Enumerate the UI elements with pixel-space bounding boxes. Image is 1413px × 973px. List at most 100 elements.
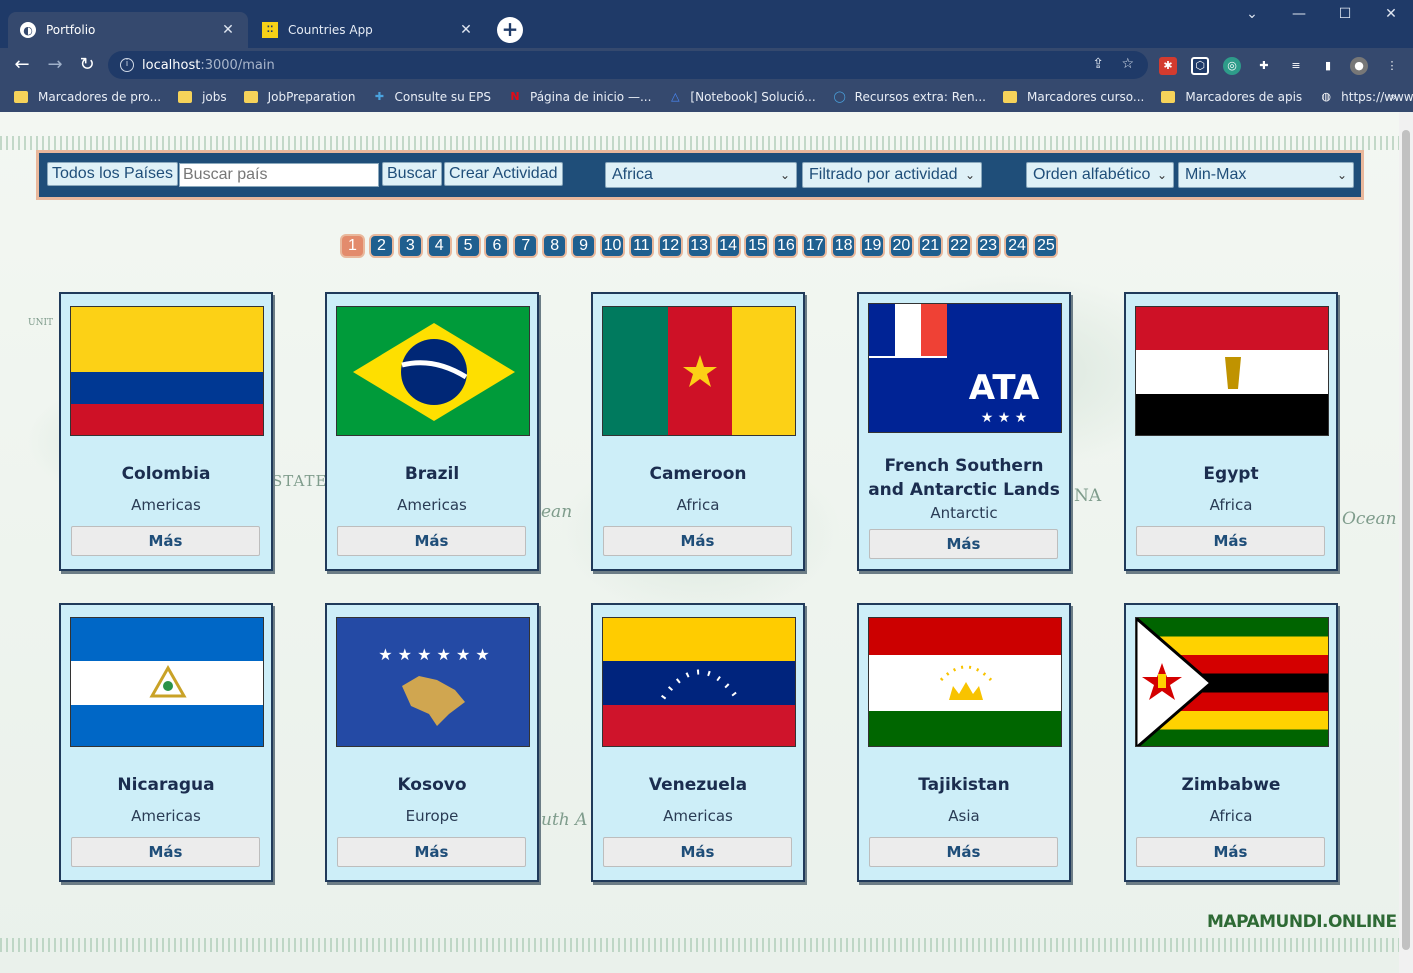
close-window-icon[interactable]: ✕ bbox=[1379, 6, 1403, 22]
all-countries-button[interactable]: Todos los Países bbox=[47, 162, 178, 186]
bookmark-folder[interactable]: JobPreparation bbox=[243, 90, 356, 104]
new-tab-button[interactable]: + bbox=[497, 17, 523, 43]
more-button[interactable]: Más bbox=[869, 837, 1058, 867]
page-button[interactable]: 23 bbox=[975, 234, 1001, 258]
bookmark-star-icon[interactable]: ☆ bbox=[1121, 56, 1134, 72]
close-tab-icon[interactable]: ✕ bbox=[458, 22, 474, 38]
bookmark-label: JobPreparation bbox=[267, 90, 356, 104]
share-icon[interactable]: ⇪ bbox=[1092, 56, 1104, 72]
order-direction-select[interactable]: Min-Max ⌄ bbox=[1178, 162, 1354, 188]
bookmark-link[interactable]: N Página de inicio —... bbox=[508, 90, 651, 104]
bookmark-label: Recursos extra: Ren... bbox=[854, 90, 986, 104]
page-button[interactable]: 17 bbox=[802, 234, 828, 258]
extensions-puzzle-icon[interactable]: ✚ bbox=[1255, 57, 1273, 75]
extension-hex-icon[interactable]: ⬡ bbox=[1191, 57, 1209, 75]
tab-title: Portfolio bbox=[46, 23, 96, 37]
order-type-select[interactable]: Orden alfabético ⌄ bbox=[1026, 162, 1174, 188]
back-arrow-icon[interactable]: ← bbox=[10, 53, 34, 77]
page-button[interactable]: 19 bbox=[860, 234, 886, 258]
more-button[interactable]: Más bbox=[337, 837, 526, 867]
country-name: Nicaragua bbox=[117, 775, 215, 795]
bookmark-folder[interactable]: jobs bbox=[178, 90, 227, 104]
address-bar[interactable]: i localhost :3000/main ⇪ ☆ bbox=[108, 51, 1148, 79]
bookmark-label: Página de inicio —... bbox=[530, 90, 652, 104]
portfolio-favicon-icon: ◐ bbox=[20, 22, 36, 38]
country-name: Brazil bbox=[404, 464, 460, 484]
page-button[interactable]: 10 bbox=[600, 234, 626, 258]
reading-list-icon[interactable]: ≡ bbox=[1287, 57, 1305, 75]
more-button[interactable]: Más bbox=[1136, 526, 1325, 556]
map-label: UNIT bbox=[28, 318, 54, 328]
url-host: localhost bbox=[142, 57, 201, 73]
page-button[interactable]: 16 bbox=[773, 234, 799, 258]
more-button[interactable]: Más bbox=[1136, 837, 1325, 867]
page-button[interactable]: 1 bbox=[340, 234, 365, 258]
bookmark-link[interactable]: ✚ Consulte su EPS bbox=[372, 90, 491, 104]
svg-text:★ ★ ★ ★ ★ ★: ★ ★ ★ ★ ★ ★ bbox=[378, 645, 490, 664]
more-button[interactable]: Más bbox=[603, 837, 792, 867]
page-button[interactable]: 22 bbox=[946, 234, 972, 258]
order-type-value: Orden alfabético bbox=[1033, 166, 1151, 183]
side-panel-icon[interactable]: ▮ bbox=[1319, 57, 1337, 75]
tab-countries-app[interactable]: ⁚⁚ Countries App ✕ bbox=[250, 12, 486, 48]
tab-portfolio[interactable]: ◐ Portfolio ✕ bbox=[8, 12, 248, 48]
extension-red-icon[interactable]: ✱ bbox=[1159, 57, 1177, 75]
more-button[interactable]: Más bbox=[337, 526, 526, 556]
page-button[interactable]: 21 bbox=[917, 234, 943, 258]
profile-avatar[interactable]: ● bbox=[1350, 57, 1368, 75]
more-button[interactable]: Más bbox=[71, 526, 260, 556]
page-button[interactable]: 3 bbox=[397, 234, 423, 258]
page-button[interactable]: 15 bbox=[744, 234, 770, 258]
continent-filter-select[interactable]: Africa ⌄ bbox=[605, 162, 797, 188]
tab-search-icon[interactable]: ⌄ bbox=[1240, 6, 1264, 22]
page-button[interactable]: 20 bbox=[888, 234, 914, 258]
globe-icon: ◍ bbox=[1321, 90, 1331, 103]
more-button[interactable]: Más bbox=[603, 526, 792, 556]
svg-text:ATA: ATA bbox=[969, 368, 1040, 408]
continent-filter-value: Africa bbox=[612, 166, 653, 183]
search-button[interactable]: Buscar bbox=[382, 162, 442, 186]
reload-icon[interactable]: ↻ bbox=[75, 53, 99, 77]
scrollbar-thumb[interactable] bbox=[1402, 130, 1410, 950]
page-button[interactable]: 5 bbox=[455, 234, 481, 258]
bookmark-folder[interactable]: Marcadores de pro... bbox=[14, 90, 161, 104]
browser-menu-icon[interactable]: ⋮ bbox=[1383, 57, 1401, 75]
page-button[interactable]: 14 bbox=[715, 234, 741, 258]
page-button[interactable]: 4 bbox=[426, 234, 452, 258]
close-tab-icon[interactable]: ✕ bbox=[220, 22, 236, 38]
chevron-down-icon: ⌄ bbox=[1336, 168, 1347, 182]
forward-arrow-icon[interactable]: → bbox=[43, 53, 67, 77]
page-viewport: STATE Ocean ean NA uth A UNIT Todos los … bbox=[0, 112, 1399, 973]
page-button[interactable]: 18 bbox=[831, 234, 857, 258]
more-bookmarks-chevron-icon[interactable]: » bbox=[1390, 90, 1397, 104]
bookmark-link[interactable]: ◯ Recursos extra: Ren... bbox=[833, 90, 987, 104]
activity-filter-select[interactable]: Filtrado por actividad ⌄ bbox=[802, 162, 982, 188]
more-button[interactable]: Más bbox=[869, 529, 1058, 559]
bookmark-link[interactable]: △ [Notebook] Solució... bbox=[668, 90, 815, 104]
page-button[interactable]: 7 bbox=[513, 234, 539, 258]
page-button[interactable]: 6 bbox=[484, 234, 510, 258]
bookmark-folder[interactable]: Marcadores de apis bbox=[1161, 90, 1302, 104]
page-button[interactable]: 11 bbox=[628, 234, 654, 258]
page-button[interactable]: 8 bbox=[542, 234, 568, 258]
extension-circle-icon[interactable]: ◎ bbox=[1223, 57, 1241, 75]
search-input[interactable]: Buscar país bbox=[179, 163, 379, 187]
page-scrollbar[interactable] bbox=[1399, 112, 1413, 973]
maximize-window-icon[interactable]: ☐ bbox=[1333, 6, 1357, 22]
page-button[interactable]: 12 bbox=[657, 234, 683, 258]
folder-icon bbox=[1003, 91, 1017, 103]
page-button[interactable]: 25 bbox=[1033, 234, 1059, 258]
bookmark-folder[interactable]: Marcadores curso... bbox=[1003, 90, 1144, 104]
country-card: Cameroon Africa Más bbox=[591, 292, 805, 571]
minimize-window-icon[interactable]: — bbox=[1287, 6, 1311, 22]
more-button[interactable]: Más bbox=[71, 837, 260, 867]
page-button[interactable]: 2 bbox=[368, 234, 394, 258]
country-continent: Asia bbox=[948, 807, 980, 825]
bookmark-label: [Notebook] Solució... bbox=[690, 90, 816, 104]
page-button[interactable]: 24 bbox=[1004, 234, 1030, 258]
create-activity-button[interactable]: Crear Actividad bbox=[444, 162, 563, 186]
site-info-icon[interactable]: i bbox=[120, 58, 134, 72]
page-button[interactable]: 13 bbox=[686, 234, 712, 258]
bookmark-link[interactable]: ◍ https://www.youtub... bbox=[1319, 90, 1413, 104]
page-button[interactable]: 9 bbox=[571, 234, 597, 258]
